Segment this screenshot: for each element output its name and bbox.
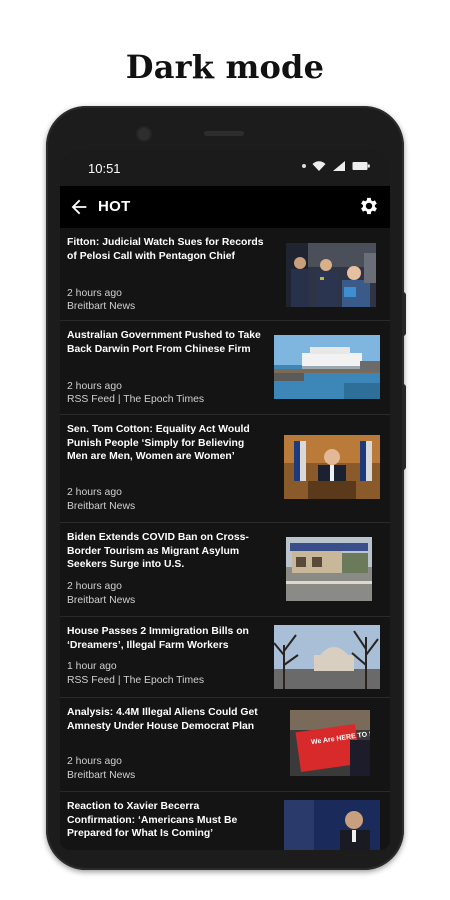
notification-dot-icon [302, 164, 306, 168]
article-item[interactable]: Reaction to Xavier Becerra Confirmation:… [60, 792, 390, 850]
protest-sign-photo: We Are HERE TO STAY [290, 710, 370, 776]
cruise-ship-port-photo [274, 335, 380, 399]
article-source: Breitbart News [67, 770, 136, 781]
article-item[interactable]: Australian Government Pushed to Take Bac… [60, 321, 390, 415]
signal-icon [333, 161, 345, 171]
article-item[interactable]: Fitton: Judicial Watch Sues for Records … [60, 228, 390, 321]
phone-screen: 10:51 HOT Fitton: Judicial Watch Sues fo… [60, 150, 390, 850]
wifi-icon [312, 161, 326, 171]
battery-icon [352, 162, 370, 170]
article-source: Breitbart News [67, 595, 136, 606]
article-source: Breitbart News [67, 301, 136, 312]
article-time: 2 hours ago [67, 756, 122, 767]
article-time: 2 hours ago [67, 581, 122, 592]
article-headline: Sen. Tom Cotton: Equality Act Would Puni… [67, 424, 250, 462]
article-item[interactable]: House Passes 2 Immigration Bills on ‘Dre… [60, 617, 390, 698]
article-source: RSS Feed | The Epoch Times [67, 394, 205, 405]
article-time: 2 hours ago [67, 288, 122, 299]
status-time: 10:51 [88, 161, 121, 176]
article-headline: Fitton: Judicial Watch Sues for Records … [67, 237, 264, 262]
article-headline: House Passes 2 Immigration Bills on ‘Dre… [67, 626, 249, 651]
news-feed[interactable]: Fitton: Judicial Watch Sues for Records … [60, 228, 390, 850]
promo-title: Dark mode [125, 48, 325, 86]
phone-volume-button [402, 292, 406, 336]
article-item[interactable]: Biden Extends COVID Ban on Cross-Border … [60, 523, 390, 617]
military-officials-photo [286, 243, 376, 307]
article-item[interactable]: Analysis: 4.4M Illegal Aliens Could Get … [60, 698, 390, 792]
page-title: HOT [98, 198, 131, 215]
article-time: 2 hours ago [67, 381, 122, 392]
capitol-trees-photo [274, 625, 380, 689]
phone-power-button [402, 384, 406, 470]
article-headline: Biden Extends COVID Ban on Cross-Border … [67, 532, 249, 570]
becerra-photo [284, 800, 380, 850]
app-bar: HOT [60, 186, 390, 228]
front-camera-icon [138, 128, 150, 140]
senator-podium-photo [284, 435, 380, 499]
border-crossing-photo [286, 537, 372, 601]
phone-speaker [204, 131, 244, 136]
article-headline: Reaction to Xavier Becerra Confirmation:… [67, 801, 238, 839]
status-bar: 10:51 [60, 150, 390, 186]
article-time: 1 hour ago [67, 661, 117, 672]
article-headline: Australian Government Pushed to Take Bac… [67, 330, 261, 355]
gear-icon[interactable] [358, 195, 380, 217]
article-headline: Analysis: 4.4M Illegal Aliens Could Get … [67, 707, 258, 732]
back-arrow-icon[interactable] [68, 196, 90, 218]
status-icons [302, 160, 370, 172]
article-source: Breitbart News [67, 501, 136, 512]
article-item[interactable]: Sen. Tom Cotton: Equality Act Would Puni… [60, 415, 390, 523]
article-time: 2 hours ago [67, 487, 122, 498]
article-source: RSS Feed | The Epoch Times [67, 675, 205, 686]
